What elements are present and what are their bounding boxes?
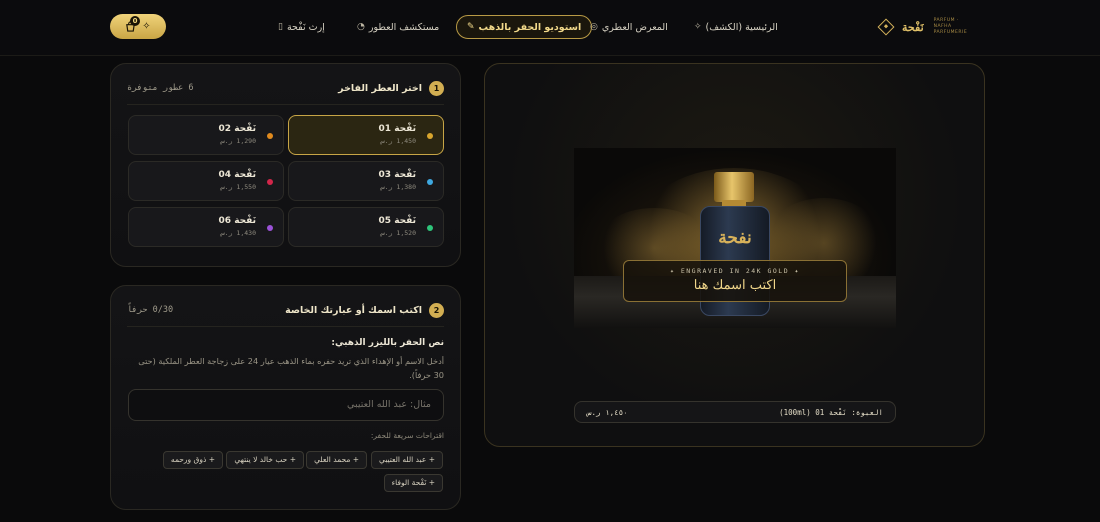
engraving-tag: ✦ ENGRAVED IN 24K GOLD ✦ [670, 267, 800, 275]
fragrance-card-02[interactable]: نَفْحة 02 1,290 ر.س [128, 115, 284, 155]
bottle-preview-panel: نفحة ✦ ENGRAVED IN 24K GOLD ✦ اكتب اسمك … [484, 63, 985, 447]
suggestion-chip[interactable]: + ذوق ورحمه [162, 451, 223, 469]
suggestions-label: اقتراحات سريعة للحفر: [370, 431, 444, 440]
engraving-overlay: ✦ ENGRAVED IN 24K GOLD ✦ اكتب اسمك هنا [623, 260, 847, 302]
fragrance-count: 6 عطور متوفرة [127, 83, 194, 93]
fragrance-price: 1,450 ر.س [380, 137, 416, 145]
fragrance-card-03[interactable]: نَفْحة 03 1,380 ر.س [288, 161, 444, 201]
brand-logo[interactable]: نَفْحة PARFUM · NAFHA PARFUMERIE [877, 14, 974, 40]
color-dot [267, 179, 273, 185]
fragrance-price: 1,380 ر.س [380, 183, 416, 191]
suggestion-chip[interactable]: + نَفْحة الوفاء [383, 474, 443, 492]
bottle-logo: نفحة [718, 228, 752, 248]
color-dot [267, 133, 273, 139]
suggestion-chip[interactable]: + محمد العلي [306, 451, 367, 469]
selected-bottle-label: العبوة: نَفْحة 01 (100ml) [779, 407, 883, 417]
sparkle-icon: ✧ [694, 22, 702, 32]
nav-home-reveal[interactable]: ✧ الرئيسية (الكشف) [694, 15, 778, 39]
cart-button[interactable]: 0 ✧ [110, 14, 166, 39]
feather-icon: ✎ [467, 22, 475, 32]
nav-label: مستكشف العطور [368, 21, 440, 33]
bottle-cap [714, 172, 754, 202]
fragrance-name: نَفْحة 01 [378, 124, 416, 134]
nav-label: استوديو الحفر بالذهب [478, 21, 582, 33]
fragrance-name: نَفْحة 03 [378, 170, 416, 180]
step-number: 1 [429, 80, 444, 96]
character-counter: 0/30 حرفاً [127, 305, 174, 315]
nav-fragrance-explorer[interactable]: ◔ مستكشف العطور [357, 15, 439, 39]
compass-icon: ◎ [590, 22, 598, 32]
total-price: ١,٤٥٠ ر.س [587, 407, 628, 417]
nav-gold-engraving-studio[interactable]: ✎ استوديو الحفر بالذهب [456, 15, 593, 39]
fragrance-name: نَفْحة 02 [218, 124, 256, 134]
fragrance-price: 1,290 ر.س [220, 137, 256, 145]
nav-label: المعرض العطري [601, 21, 668, 33]
color-dot [427, 179, 433, 185]
engraving-text-panel: 2 اكتب اسمك أو عبارتك الخاصة 0/30 حرفاً … [110, 285, 461, 510]
engraving-preview-text: اكتب اسمك هنا [693, 278, 777, 293]
fragrance-name: نَفْحة 05 [378, 216, 416, 226]
palette-icon: ◔ [357, 22, 365, 32]
step-number: 2 [429, 302, 444, 318]
fragrance-price: 1,520 ر.س [380, 229, 416, 237]
step-title-text: اكتب اسمك أو عبارتك الخاصة [285, 304, 422, 316]
nav-fragrance-gallery[interactable]: ◎ المعرض العطري [590, 15, 668, 39]
nav-label: الرئيسية (الكشف) [705, 21, 778, 33]
suggestion-chip[interactable]: + حب خالد لا ينتهي [226, 451, 304, 469]
fragrance-card-05[interactable]: نَفْحة 05 1,520 ر.س [288, 207, 444, 247]
nav-label: إرث نَفْحة [286, 21, 325, 33]
step-title-text: اختر العطر الفاخر [338, 82, 422, 94]
fragrance-price: 1,430 ر.س [220, 229, 256, 237]
color-dot [427, 225, 433, 231]
fragrance-selection-panel: 1 اختر العطر الفاخر 6 عطور متوفرة نَفْحة… [110, 63, 461, 267]
book-icon: ▯ [278, 22, 283, 32]
color-dot [427, 133, 433, 139]
top-navigation-bar: 0 ✧ ▯ إرث نَفْحة ◔ مستكشف العطور ✎ استود… [0, 0, 1100, 56]
divider [127, 326, 444, 327]
brand-subtitle: PARFUM · NAFHA PARFUMERIE [933, 18, 968, 35]
divider [127, 104, 444, 105]
bottle-preview-image: نفحة ✦ ENGRAVED IN 24K GOLD ✦ اكتب اسمك … [574, 148, 896, 328]
color-dot [267, 225, 273, 231]
cart-count-badge: 0 [130, 16, 140, 26]
brand-name: نَفْحة [902, 20, 924, 34]
sparkle-icon: ✧ [142, 21, 151, 32]
fragrance-card-04[interactable]: نَفْحة 04 1,550 ر.س [128, 161, 284, 201]
fragrance-price: 1,550 ر.س [220, 183, 256, 191]
step-title: 1 اختر العطر الفاخر [338, 80, 444, 96]
nav-heritage[interactable]: ▯ إرث نَفْحة [278, 15, 325, 39]
field-label: نص الحفر بالليزر الذهبي: [331, 338, 444, 348]
fragrance-name: نَفْحة 04 [218, 170, 256, 180]
fragrance-card-06[interactable]: نَفْحة 06 1,430 ر.س [128, 207, 284, 247]
order-summary-bar: العبوة: نَفْحة 01 (100ml) ١,٤٥٠ ر.س [574, 401, 896, 423]
help-text: أدخل الاسم أو الإهداء الذي تريد حفره بما… [138, 356, 444, 380]
fragrance-card-01[interactable]: نَفْحة 01 1,450 ر.س [288, 115, 444, 155]
fragrance-name: نَفْحة 06 [218, 216, 256, 226]
diamond-icon [877, 18, 895, 36]
suggestion-chip[interactable]: + عبد الله العتيبي [370, 451, 443, 469]
step-title: 2 اكتب اسمك أو عبارتك الخاصة [285, 302, 444, 318]
engraving-text-input[interactable]: مثال: عبد الله العتيبي [128, 389, 444, 421]
